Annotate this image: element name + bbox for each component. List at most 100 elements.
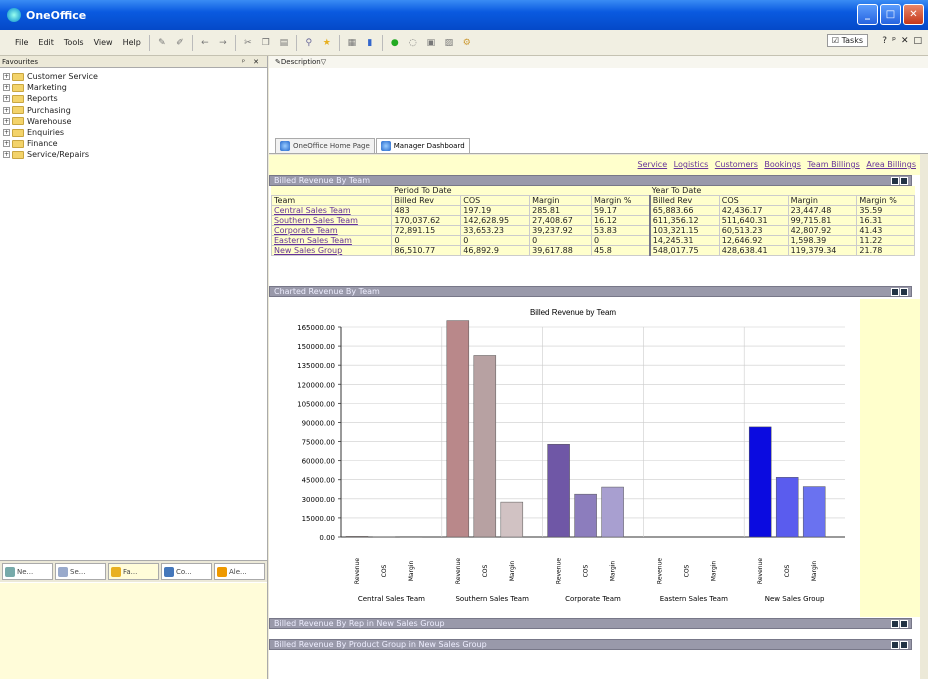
paste-icon[interactable]: ▤ xyxy=(277,36,291,50)
bar xyxy=(802,486,826,538)
folder-icon xyxy=(12,106,24,115)
description-pane: ✎ Description ▽ xyxy=(269,56,928,136)
expand-icon[interactable]: + xyxy=(3,140,10,148)
table-cell: 35.59 xyxy=(856,205,915,216)
team-link[interactable]: Corporate Team xyxy=(270,225,393,236)
tab-favourites[interactable]: Fa... xyxy=(108,563,159,580)
table-cell: 119,379.34 xyxy=(787,245,858,256)
pin-icon[interactable]: ᵖ xyxy=(242,58,245,66)
expand-icon[interactable]: + xyxy=(3,117,10,125)
expand-icon[interactable] xyxy=(900,641,908,649)
tab-alerts[interactable]: Ale... xyxy=(214,563,265,580)
help-icon[interactable]: ? xyxy=(882,36,887,46)
tree-item-customer-service[interactable]: + Customer Service xyxy=(3,71,267,82)
calendar-icon[interactable]: ▣ xyxy=(424,36,438,50)
link-bookings[interactable]: Bookings xyxy=(764,160,800,169)
table-row: Southern Sales Team 170,037.62 142,628.95 2… xyxy=(270,215,915,226)
tasks-button[interactable]: ☑ Tasks xyxy=(826,34,868,47)
tree-label: Warehouse xyxy=(27,116,72,126)
y-tick-label: 75000.00 xyxy=(302,439,335,447)
table-cell: 197.19 xyxy=(460,205,531,216)
tree-item-finance[interactable]: + Finance xyxy=(3,138,267,149)
collapse-icon[interactable] xyxy=(900,177,908,185)
link-team-billings[interactable]: Team Billings xyxy=(807,160,859,169)
report-icon[interactable]: ▨ xyxy=(442,36,456,50)
table-cell: 21.78 xyxy=(856,245,915,256)
tab-home-page[interactable]: OneOffice Home Page xyxy=(275,138,375,153)
table-cell: 59.17 xyxy=(591,205,651,216)
expand-icon[interactable]: + xyxy=(3,73,10,81)
section-revenue-by-product[interactable]: Billed Revenue By Product Group in New S… xyxy=(269,639,912,650)
menu-tools[interactable]: Tools xyxy=(59,38,89,47)
col-header: Billed Rev xyxy=(648,195,720,206)
minimize-button[interactable]: _ xyxy=(857,4,878,25)
export-icon[interactable] xyxy=(891,288,899,296)
col-header: Margin % xyxy=(856,195,915,206)
favourite-star-icon[interactable]: ★ xyxy=(320,36,334,50)
tools-icon[interactable]: ⚙ xyxy=(460,36,474,50)
expand-icon[interactable] xyxy=(900,620,908,628)
expand-icon[interactable]: + xyxy=(3,95,10,103)
tab-contacts[interactable]: Co... xyxy=(161,563,212,580)
edit2-icon[interactable]: ✐ xyxy=(173,36,187,50)
tab-search[interactable]: Se... xyxy=(55,563,106,580)
expand-icon[interactable]: + xyxy=(3,84,10,92)
menu-file[interactable]: File xyxy=(10,38,33,47)
cut-icon[interactable]: ✂ xyxy=(241,36,255,50)
team-link[interactable]: Central Sales Team xyxy=(270,205,393,216)
export-icon[interactable] xyxy=(891,177,899,185)
team-link[interactable]: Eastern Sales Team xyxy=(270,235,393,246)
menu-edit[interactable]: Edit xyxy=(33,38,59,47)
tree-item-purchasing[interactable]: + Purchasing xyxy=(3,105,267,116)
back-icon[interactable]: ← xyxy=(198,36,212,50)
link-logistics[interactable]: Logistics xyxy=(674,160,709,169)
document-icon[interactable]: ▦ xyxy=(345,36,359,50)
collapse-icon[interactable] xyxy=(900,288,908,296)
forward-icon[interactable]: → xyxy=(216,36,230,50)
col-header: Margin % xyxy=(591,195,651,206)
expand-icon[interactable]: + xyxy=(3,106,10,114)
table-cell: 86,510.77 xyxy=(391,245,462,256)
copy-icon[interactable]: ❐ xyxy=(259,36,273,50)
tree-item-reports[interactable]: + Reports xyxy=(3,93,267,104)
export-icon[interactable] xyxy=(891,620,899,628)
expand-icon[interactable]: + xyxy=(3,151,10,159)
restore-pane-icon[interactable]: □ xyxy=(913,36,922,46)
maximize-button[interactable]: □ xyxy=(880,4,901,25)
tab-manager-dashboard[interactable]: Manager Dashboard xyxy=(375,138,470,153)
link-customers[interactable]: Customers xyxy=(715,160,758,169)
tree-item-marketing[interactable]: + Marketing xyxy=(3,82,267,93)
expand-icon[interactable]: + xyxy=(3,129,10,137)
team-link[interactable]: New Sales Group xyxy=(270,245,393,256)
section-charted-revenue[interactable]: Charted Revenue By Team xyxy=(269,286,912,297)
menu-bar: File Edit Tools View Help ✎ ✐ ← → ✂ ❐ ▤ … xyxy=(0,30,928,56)
close-icon[interactable]: ✕ xyxy=(253,58,259,66)
dashboard-icon xyxy=(380,141,391,151)
group-header-period: Period To Date xyxy=(391,186,650,196)
tree-item-enquiries[interactable]: + Enquiries xyxy=(3,127,267,138)
tab-new[interactable]: Ne... xyxy=(2,563,53,580)
scrollbar[interactable] xyxy=(920,155,928,679)
book-icon[interactable]: ▮ xyxy=(363,36,377,50)
refresh-icon[interactable]: ◌ xyxy=(406,36,420,50)
search-icon[interactable]: ⚲ xyxy=(302,36,316,50)
close-pane-icon[interactable]: ✕ xyxy=(901,36,909,46)
export-icon[interactable] xyxy=(891,641,899,649)
tree-item-warehouse[interactable]: + Warehouse xyxy=(3,116,267,127)
y-tick-label: 150000.00 xyxy=(297,343,335,351)
team-link[interactable]: Southern Sales Team xyxy=(270,215,393,226)
link-service[interactable]: Service xyxy=(638,160,668,169)
go-icon[interactable]: ● xyxy=(388,36,402,50)
link-area-billings[interactable]: Area Billings xyxy=(866,160,916,169)
description-header[interactable]: ✎ Description ▽ xyxy=(269,56,928,68)
favourites-detail-area xyxy=(0,583,267,679)
menu-help[interactable]: Help xyxy=(118,38,146,47)
menu-view[interactable]: View xyxy=(89,38,118,47)
pin-icon[interactable]: ᵖ xyxy=(892,36,896,46)
edit-icon[interactable]: ✎ xyxy=(155,36,169,50)
x-series-label: COS xyxy=(683,564,690,577)
close-button[interactable]: ✕ xyxy=(903,4,924,25)
section-billed-revenue[interactable]: Billed Revenue By Team xyxy=(269,175,912,186)
section-revenue-by-rep[interactable]: Billed Revenue By Rep in New Sales Group xyxy=(269,618,912,629)
tree-item-service-repairs[interactable]: + Service/Repairs xyxy=(3,149,267,160)
